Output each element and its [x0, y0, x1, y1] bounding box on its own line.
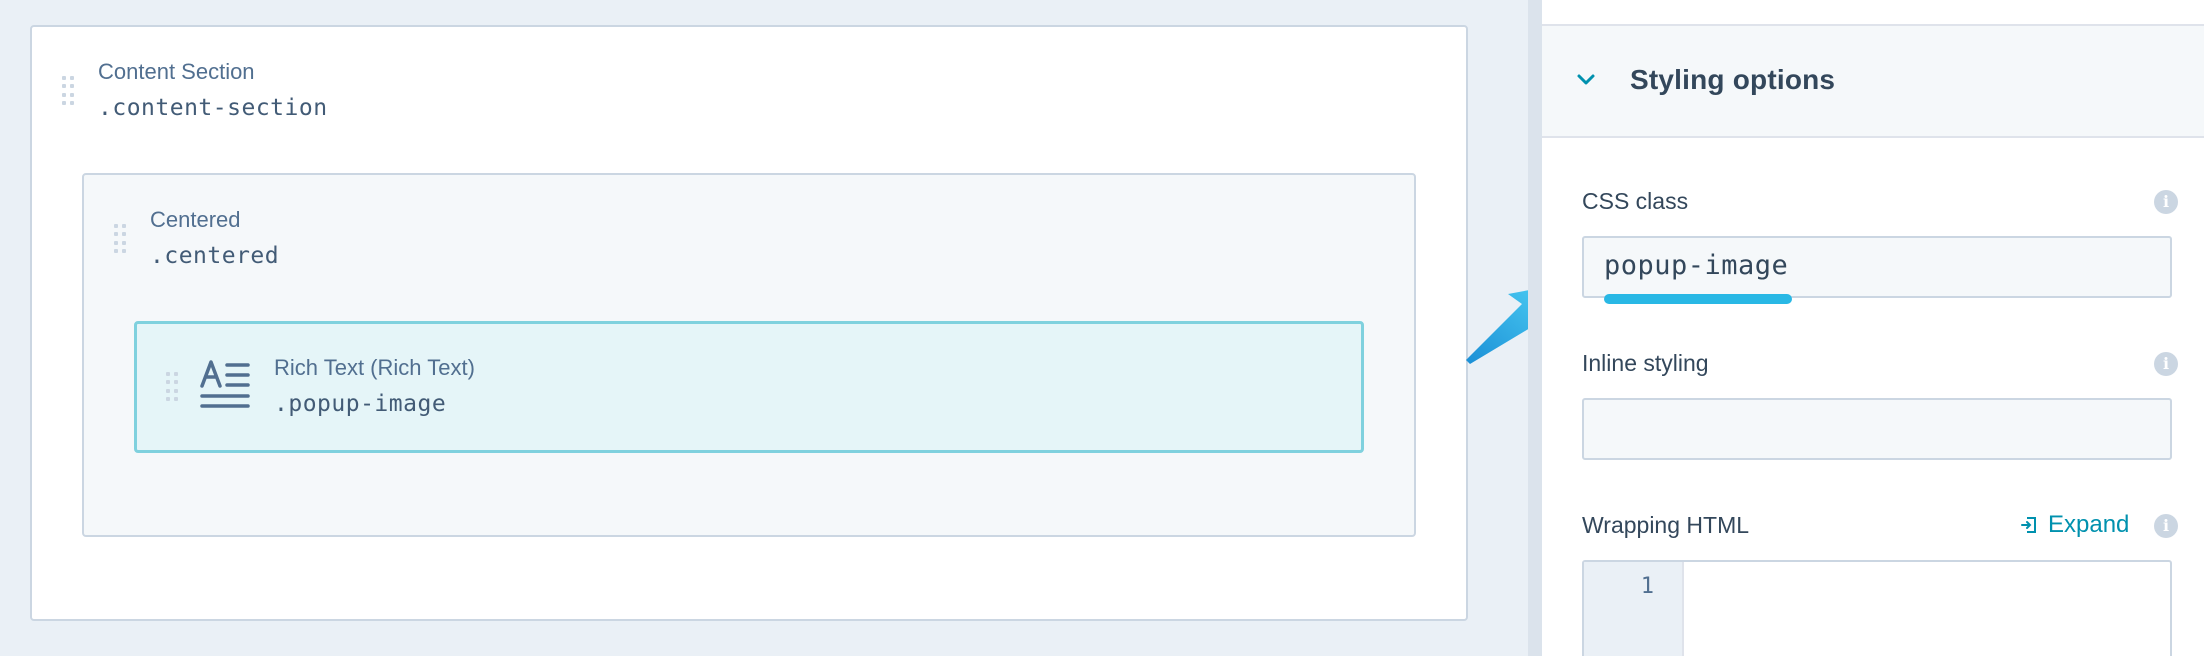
css-class-info-icon[interactable]: i [2154, 190, 2178, 214]
css-class-input[interactable]: popup-image [1582, 236, 2172, 304]
rich-text-class: .popup-image [274, 391, 447, 417]
sidebar-panel: Styling options CSS class i popup-image … [1542, 0, 2204, 656]
rich-text-drag-handle[interactable] [166, 372, 180, 402]
styling-options-title: Styling options [1630, 64, 1836, 95]
inline-styling-input[interactable] [1582, 398, 2172, 460]
inline-styling-info-icon[interactable]: i [2154, 352, 2178, 376]
expand-icon [2021, 517, 2036, 533]
css-class-value: popup-image [1604, 250, 1789, 281]
sidebar-top-bar [1542, 0, 2204, 26]
centered-class: .centered [150, 243, 280, 269]
rich-text-icon [200, 360, 250, 408]
content-section-title: Content Section [98, 59, 255, 84]
centered-title: Centered [150, 207, 241, 232]
wrapping-html-editor[interactable]: 1 [1582, 560, 2172, 656]
rich-text-module[interactable] [134, 321, 1364, 453]
wrapping-html-label: Wrapping HTML [1582, 512, 1750, 538]
centered-drag-handle[interactable] [114, 224, 128, 254]
styling-options-header[interactable]: Styling options [1542, 26, 2204, 138]
rich-text-title: Rich Text (Rich Text) [274, 355, 475, 380]
chevron-down-icon[interactable] [1576, 70, 1596, 90]
expand-label: Expand [2048, 511, 2130, 538]
wrapping-html-info-icon[interactable]: i [2154, 514, 2178, 538]
content-section-class: .content-section [98, 95, 328, 121]
panel-divider[interactable] [1528, 0, 1542, 656]
css-class-label: CSS class [1582, 188, 1689, 214]
line-number: 1 [1640, 574, 1654, 599]
highlight-underline [1604, 294, 1792, 304]
expand-link[interactable]: Expand [2020, 511, 2129, 539]
editor-gutter: 1 [1584, 562, 1684, 656]
inline-styling-label: Inline styling [1582, 350, 1709, 376]
content-section-drag-handle[interactable] [62, 76, 76, 106]
